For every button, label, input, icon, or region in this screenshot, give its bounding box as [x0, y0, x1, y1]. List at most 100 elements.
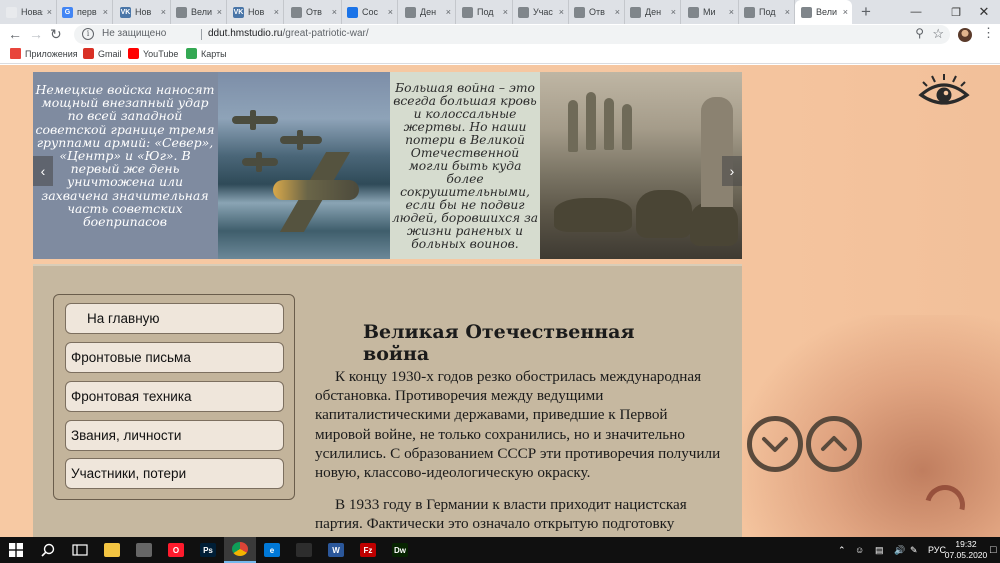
tab-title: Ден — [420, 7, 437, 17]
browser-tab[interactable]: Вели × — [170, 0, 227, 24]
menu-item[interactable]: Участники, потери — [65, 458, 284, 489]
tab-close-icon[interactable]: × — [615, 7, 624, 17]
browser-tab[interactable]: VK Нов × — [227, 0, 284, 24]
bookmark-label: YouTube — [143, 48, 179, 59]
tab-favicon-icon: G — [62, 6, 73, 18]
scroll-down-button[interactable] — [747, 416, 803, 472]
tab-close-icon[interactable]: × — [446, 7, 455, 17]
volume-icon[interactable]: 🔊 — [894, 537, 905, 563]
browser-tab[interactable]: Ми × — [682, 0, 739, 24]
browser-tab[interactable]: Сос × — [341, 0, 398, 24]
browser-tab[interactable]: Отв × — [285, 0, 342, 24]
menu-item[interactable]: Фронтовая техника — [65, 381, 284, 412]
tab-close-icon[interactable]: × — [843, 7, 852, 17]
menu-item[interactable]: Фронтовые письма — [65, 342, 284, 373]
tab-close-icon[interactable]: × — [785, 7, 794, 17]
profile-avatar[interactable] — [958, 28, 972, 42]
browser-tab[interactable]: Gперв × — [56, 0, 113, 24]
taskbar-app[interactable]: Ps — [192, 537, 224, 563]
tab-close-icon[interactable]: × — [161, 7, 170, 17]
minimize-button[interactable]: — — [896, 0, 936, 24]
browser-tab[interactable]: Отв × — [568, 0, 625, 24]
bookmarks-bar: Приложения Gmail YouTube Карты — [0, 46, 1000, 64]
bookmark-item[interactable]: YouTube — [128, 48, 178, 59]
taskbar-app[interactable]: Fz — [352, 537, 384, 563]
reload-icon[interactable]: ↻ — [50, 26, 62, 43]
tab-close-icon[interactable]: × — [274, 7, 283, 17]
new-tab-button[interactable]: + — [861, 2, 871, 22]
tab-close-icon[interactable]: × — [103, 7, 112, 17]
statue-figure — [568, 100, 578, 152]
statue-figure — [604, 98, 614, 150]
menu-item[interactable]: Звания, личности — [65, 420, 284, 451]
menu-item[interactable]: На главную — [65, 303, 284, 334]
zoom-icon[interactable]: ⚲ — [915, 26, 924, 40]
browser-tab[interactable]: Ден × — [399, 0, 456, 24]
clock-date: 07.05.2020 — [944, 550, 988, 560]
apps-icon — [10, 48, 21, 59]
statue-figure — [622, 104, 632, 150]
store-icon — [136, 543, 152, 557]
back-icon[interactable]: ← — [8, 26, 22, 42]
tab-close-icon[interactable]: × — [671, 7, 680, 17]
accessibility-eye-icon[interactable] — [918, 73, 970, 109]
tab-close-icon[interactable]: × — [388, 7, 397, 17]
article-paragraph: В 1933 году в Германии к власти приходит… — [315, 496, 687, 533]
browser-tab[interactable]: Под × — [738, 0, 795, 24]
browser-tab[interactable]: Новая вкл × — [0, 0, 57, 24]
browser-tab-strip: + — ❐ ✕ Новая вкл×Gперв×VKНов×Вели×VKНов… — [0, 0, 1000, 24]
bookmark-item[interactable]: Gmail — [83, 48, 122, 59]
tab-close-icon[interactable]: × — [217, 7, 226, 17]
search-button[interactable] — [32, 537, 64, 563]
pen-icon[interactable]: ✎ — [910, 537, 918, 563]
tab-favicon-icon: VK — [120, 6, 131, 18]
taskbar-app[interactable]: e — [256, 537, 288, 563]
taskbar-app[interactable]: O — [160, 537, 192, 563]
scroll-up-button[interactable] — [806, 416, 862, 472]
tray-up-arrow-icon[interactable]: ⌃ — [838, 537, 846, 563]
tab-close-icon[interactable]: × — [503, 7, 512, 17]
task-view-button[interactable] — [64, 537, 96, 563]
browser-menu-icon[interactable]: ⋮ — [982, 25, 995, 41]
bookmark-star-icon[interactable]: ☆ — [932, 26, 944, 42]
browser-tab[interactable]: Учас × — [512, 0, 569, 24]
browser-tab[interactable]: Под × — [456, 0, 513, 24]
gmail-icon — [83, 48, 94, 59]
clock[interactable]: 19:32 07.05.2020 — [944, 539, 988, 561]
slider-next-arrow[interactable]: › — [722, 156, 742, 186]
forward-icon[interactable]: → — [29, 26, 43, 42]
side-menu: На главную Фронтовые письма Фронтовая техн… — [53, 294, 295, 500]
tab-close-icon[interactable]: × — [729, 7, 738, 17]
info-icon[interactable]: i — [82, 28, 94, 40]
tab-close-icon[interactable]: × — [47, 7, 56, 17]
tab-favicon-icon — [462, 6, 473, 18]
address-bar[interactable]: i Не защищено ddut.hmstudio.ru/great-pat… — [74, 25, 950, 44]
bookmark-item[interactable]: Карты — [186, 48, 227, 59]
browser-tab[interactable]: Вели × — [795, 0, 852, 24]
browser-tab[interactable]: VK Нов × — [114, 0, 171, 24]
bookmark-item[interactable]: Приложения — [10, 48, 78, 59]
tab-close-icon[interactable]: × — [559, 7, 568, 17]
tab-title: Ден — [645, 7, 662, 17]
tab-title: Вели — [191, 7, 212, 17]
slider-prev-arrow[interactable]: ‹ — [33, 156, 53, 186]
taskbar-app[interactable] — [96, 537, 128, 563]
taskbar-app[interactable] — [128, 537, 160, 563]
network-icon[interactable]: ▤ — [875, 537, 884, 563]
url-path: /great-patriotic-war/ — [282, 28, 369, 39]
browser-tab[interactable]: Ден × — [624, 0, 681, 24]
soldier-figure — [636, 190, 692, 238]
taskbar-app[interactable]: Dw — [384, 537, 416, 563]
taskbar-app[interactable]: W — [320, 537, 352, 563]
statue-figure — [586, 92, 596, 150]
taskbar-app[interactable] — [288, 537, 320, 563]
close-window-button[interactable]: ✕ — [964, 0, 1000, 24]
notifications-icon[interactable]: □ — [990, 537, 997, 563]
people-icon[interactable]: ☺ — [855, 537, 864, 563]
tab-favicon-icon — [688, 6, 699, 18]
dreamweaver-icon: Dw — [392, 543, 408, 557]
bookmark-label: Приложения — [25, 48, 78, 59]
tab-close-icon[interactable]: × — [332, 7, 341, 17]
taskbar-app[interactable] — [224, 537, 256, 563]
start-button[interactable] — [0, 537, 32, 563]
